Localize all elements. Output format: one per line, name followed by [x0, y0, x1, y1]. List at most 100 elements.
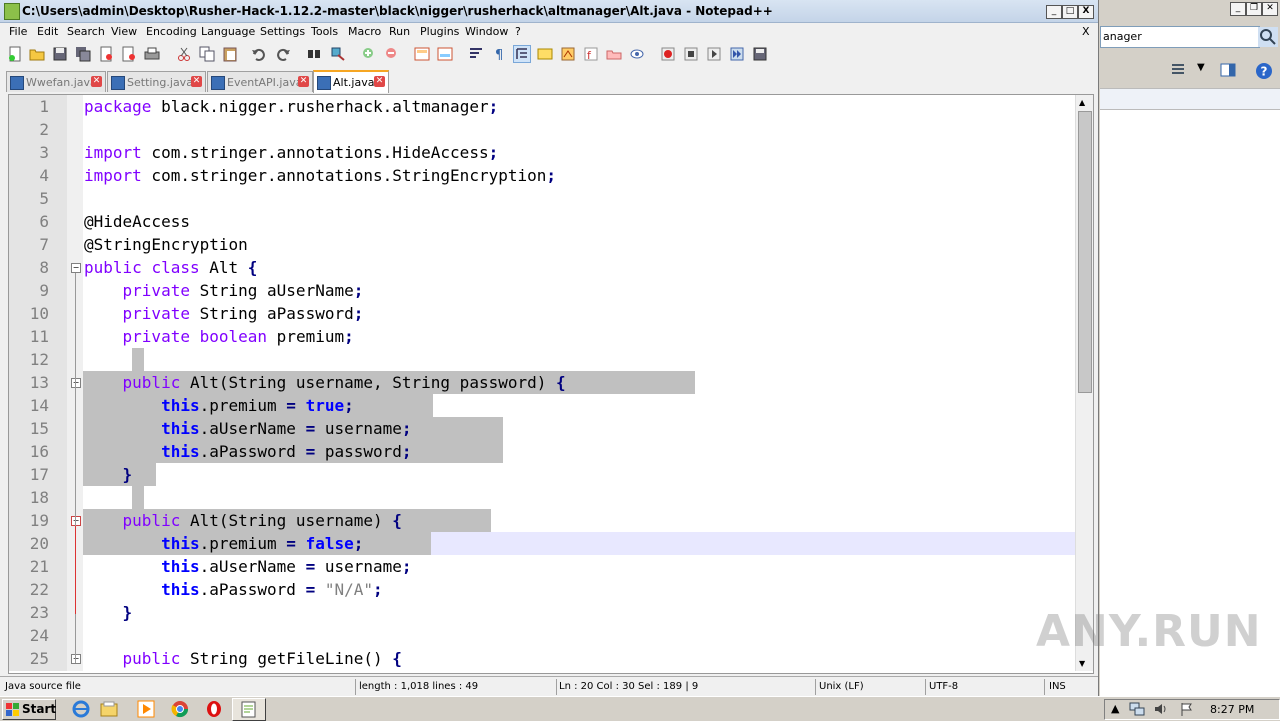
fold-toggle-icon[interactable]: −: [71, 263, 81, 273]
file-explorer-icon[interactable]: [100, 700, 118, 718]
tab-close-icon[interactable]: ✕: [191, 76, 202, 87]
fold-toggle-icon[interactable]: −: [71, 378, 81, 388]
menu-settings[interactable]: Settings: [260, 25, 305, 38]
notepadpp-task-button[interactable]: [232, 698, 266, 721]
fold-toggle-icon[interactable]: −: [71, 654, 81, 664]
search-icon[interactable]: [1258, 27, 1278, 47]
tab-close-icon[interactable]: ✕: [298, 76, 309, 87]
bg-restore-icon[interactable]: ❐: [1246, 2, 1262, 16]
menu-edit[interactable]: Edit: [37, 25, 58, 38]
show-all-chars-icon[interactable]: ¶: [491, 46, 507, 62]
paste-icon[interactable]: [222, 46, 238, 62]
scroll-down-icon[interactable]: ▼: [1079, 659, 1085, 668]
open-file-icon[interactable]: [29, 46, 45, 62]
code-line[interactable]: this.premium = false;: [84, 532, 363, 555]
code-line[interactable]: public Alt(String username) {: [84, 509, 402, 532]
minimize-button[interactable]: _: [1046, 5, 1062, 19]
media-player-icon[interactable]: [137, 700, 155, 718]
maximize-button[interactable]: □: [1062, 5, 1078, 19]
tab-setting[interactable]: Setting.java ✕: [107, 71, 206, 92]
menu-window[interactable]: Window: [465, 25, 508, 38]
tab-alt[interactable]: Alt.java ✕: [313, 70, 389, 93]
new-file-icon[interactable]: [7, 46, 23, 62]
start-button[interactable]: Start: [2, 699, 56, 720]
tab-close-icon[interactable]: ✕: [91, 76, 102, 87]
code-line[interactable]: this.premium = true;: [84, 394, 354, 417]
code-line[interactable]: @StringEncryption: [84, 233, 248, 256]
macro-run-multiple-icon[interactable]: [729, 46, 745, 62]
monitoring-icon[interactable]: [629, 46, 645, 62]
menu-help[interactable]: ?: [515, 25, 521, 38]
copy-icon[interactable]: [199, 46, 215, 62]
save-icon[interactable]: [52, 46, 68, 62]
replace-icon[interactable]: [330, 46, 346, 62]
sync-horizontal-icon[interactable]: [437, 46, 453, 62]
sync-vertical-icon[interactable]: [414, 46, 430, 62]
print-icon[interactable]: [144, 46, 160, 62]
code-line[interactable]: import com.stringer.annotations.StringEn…: [84, 164, 556, 187]
preview-pane-icon[interactable]: [1220, 62, 1236, 78]
code-line[interactable]: }: [84, 463, 133, 486]
word-wrap-icon[interactable]: [468, 46, 484, 62]
close-button[interactable]: X: [1078, 5, 1094, 19]
zoom-in-icon[interactable]: [361, 46, 377, 62]
code-line[interactable]: this.aUserName = username;: [84, 555, 411, 578]
menu-encoding[interactable]: Encoding: [146, 25, 197, 38]
chrome-icon[interactable]: [171, 700, 189, 718]
menu-tools[interactable]: Tools: [311, 25, 338, 38]
code-line[interactable]: public class Alt {: [84, 256, 257, 279]
code-editor[interactable]: − − − − 1 package black.nigger.rusherhack…: [8, 94, 1094, 674]
macro-stop-icon[interactable]: [683, 46, 699, 62]
help-icon[interactable]: ?: [1255, 62, 1273, 80]
menu-plugins[interactable]: Plugins: [420, 25, 459, 38]
cut-icon[interactable]: [176, 46, 192, 62]
macro-record-icon[interactable]: [660, 46, 676, 62]
folder-workspace-icon[interactable]: [606, 46, 622, 62]
indent-guide-icon[interactable]: [513, 45, 531, 63]
undo-icon[interactable]: [251, 46, 267, 62]
save-all-icon[interactable]: [75, 46, 91, 62]
menu-file[interactable]: File: [9, 25, 27, 38]
code-line[interactable]: public String getFileLine() {: [84, 647, 402, 670]
code-line[interactable]: import com.stringer.annotations.HideAcce…: [84, 141, 498, 164]
tab-eventapi[interactable]: EventAPI.java ✕: [207, 71, 313, 92]
find-icon[interactable]: [306, 46, 322, 62]
code-line[interactable]: }: [84, 601, 133, 624]
bg-close-icon[interactable]: ✕: [1262, 2, 1278, 16]
fold-toggle-icon[interactable]: −: [71, 516, 81, 526]
code-line[interactable]: @HideAccess: [84, 210, 190, 233]
code-line[interactable]: this.aPassword = password;: [84, 440, 411, 463]
tab-wwefan[interactable]: Wwefan.java ✕: [6, 71, 106, 92]
scroll-up-icon[interactable]: ▲: [1079, 98, 1085, 107]
code-line[interactable]: this.aPassword = "N/A";: [84, 578, 383, 601]
view-dropdown-icon[interactable]: ▼: [1197, 62, 1205, 73]
title-bar[interactable]: C:\Users\admin\Desktop\Rusher-Hack-1.12.…: [0, 0, 1098, 23]
zoom-out-icon[interactable]: [384, 46, 400, 62]
code-line[interactable]: private String aPassword;: [84, 302, 364, 325]
code-line[interactable]: private String aUserName;: [84, 279, 364, 302]
user-lang-icon[interactable]: [537, 46, 553, 62]
scroll-thumb[interactable]: [1078, 111, 1092, 393]
menu-search[interactable]: Search: [67, 25, 105, 38]
view-options-icon[interactable]: [1170, 62, 1186, 78]
function-list-icon[interactable]: f: [583, 46, 599, 62]
volume-icon[interactable]: [1153, 702, 1169, 716]
search-input[interactable]: anager: [1100, 26, 1260, 48]
menu-view[interactable]: View: [111, 25, 137, 38]
redo-icon[interactable]: [275, 46, 291, 62]
action-center-flag-icon[interactable]: [1179, 702, 1195, 716]
close-all-icon[interactable]: [121, 46, 137, 62]
menu-run[interactable]: Run: [389, 25, 410, 38]
vertical-scrollbar[interactable]: ▲ ▼: [1075, 95, 1093, 671]
code-line[interactable]: public Alt(String username, String passw…: [84, 371, 566, 394]
bg-minimize-icon[interactable]: _: [1230, 2, 1246, 16]
tray-expand-icon[interactable]: ▲: [1111, 702, 1119, 715]
close-file-icon[interactable]: [98, 46, 114, 62]
tab-close-icon[interactable]: ✕: [374, 76, 385, 87]
menu-language[interactable]: Language: [201, 25, 255, 38]
code-line[interactable]: private boolean premium;: [84, 325, 354, 348]
code-line[interactable]: this.aUserName = username;: [84, 417, 411, 440]
document-close-x[interactable]: X: [1082, 25, 1090, 38]
menu-macro[interactable]: Macro: [348, 25, 381, 38]
macro-play-icon[interactable]: [706, 46, 722, 62]
